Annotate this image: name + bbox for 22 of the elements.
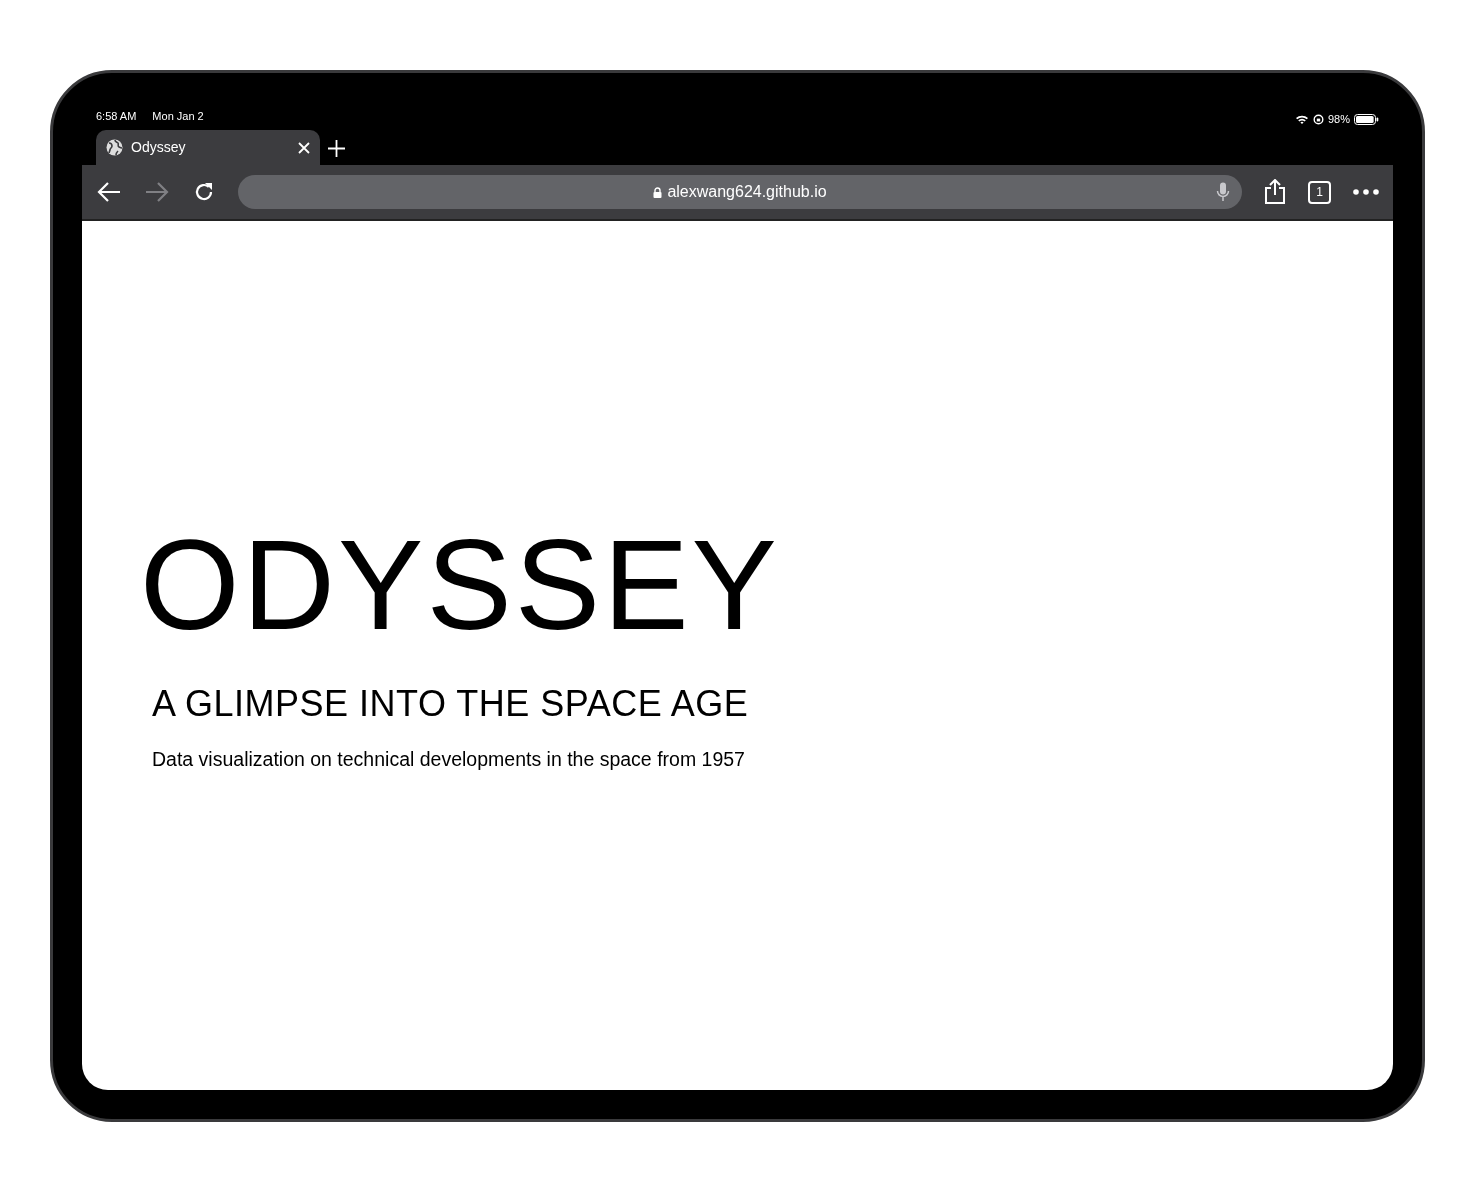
page-subtitle: A GLIMPSE INTO THE SPACE AGE	[152, 682, 749, 726]
microphone-icon[interactable]	[1216, 182, 1230, 202]
tab-title: Odyssey	[131, 138, 187, 157]
rotation-lock-icon	[1312, 113, 1324, 125]
status-date: Mon Jan 2	[152, 109, 204, 124]
wifi-icon	[1294, 113, 1309, 125]
battery-icon	[1354, 113, 1379, 125]
battery-percent: 98%	[1327, 111, 1350, 127]
new-tab-button[interactable]	[328, 140, 345, 157]
share-button[interactable]	[1264, 179, 1286, 205]
address-bar[interactable]: alexwang624.github.io	[238, 175, 1242, 209]
status-time: 6:58 AM	[96, 109, 137, 124]
tab-count-button[interactable]: 1	[1308, 180, 1331, 204]
url-text: alexwang624.github.io	[667, 182, 827, 202]
close-icon[interactable]	[298, 141, 310, 154]
browser-tab[interactable]: Odyssey	[96, 130, 320, 165]
back-button[interactable]	[96, 181, 122, 203]
lock-icon	[653, 186, 663, 198]
globe-icon	[106, 139, 123, 156]
page-title: ODYSSEY	[140, 521, 781, 649]
page-description: Data visualization on technical developments in the space from 1957	[152, 747, 745, 772]
more-button[interactable]	[1353, 189, 1379, 195]
